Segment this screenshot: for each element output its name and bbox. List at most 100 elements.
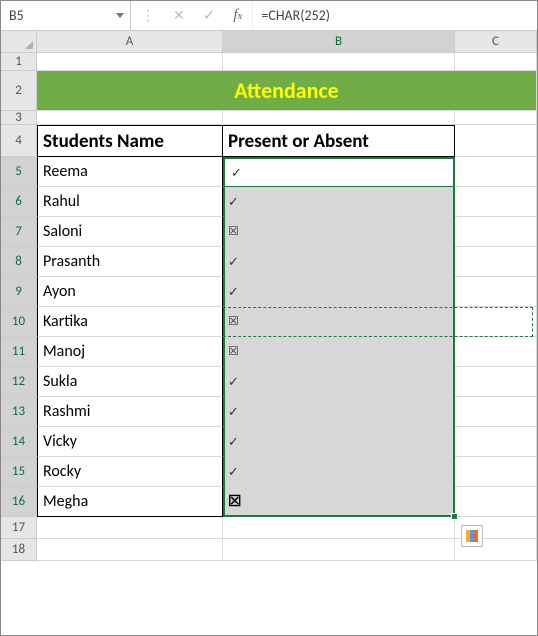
row-header[interactable]: 1 xyxy=(1,53,37,71)
cell-C[interactable] xyxy=(455,397,537,427)
cell-C[interactable] xyxy=(455,427,537,457)
fx-icon[interactable]: fx xyxy=(233,7,242,24)
check-icon: ✓ xyxy=(228,464,239,480)
status-cell[interactable]: ✓ xyxy=(223,187,455,217)
status-cell[interactable]: ✓ xyxy=(223,157,455,187)
cell-A17[interactable] xyxy=(37,517,223,539)
col-header-B[interactable]: B xyxy=(223,31,455,52)
col-header-A[interactable]: A xyxy=(37,31,223,52)
cell-B17[interactable] xyxy=(223,517,455,539)
header-status[interactable]: Present or Absent xyxy=(223,125,455,157)
cell-C[interactable] xyxy=(455,157,537,187)
row-header[interactable]: 6 xyxy=(1,187,37,217)
student-name-cell[interactable]: Ayon xyxy=(37,277,223,307)
cell-C[interactable] xyxy=(455,277,537,307)
cell-C[interactable] xyxy=(455,457,537,487)
crossbox-icon: ☒ xyxy=(228,492,241,511)
cell-C[interactable] xyxy=(455,337,537,367)
quick-analysis-button[interactable] xyxy=(461,525,483,547)
status-cell[interactable]: ✓ xyxy=(223,277,455,307)
header-name[interactable]: Students Name xyxy=(37,125,223,157)
status-cell[interactable]: ✓ xyxy=(223,367,455,397)
check-icon: ✓ xyxy=(228,164,239,180)
table-row: 13Rashmi✓ xyxy=(1,397,537,427)
student-name-cell[interactable]: Sukla xyxy=(37,367,223,397)
crossbox-icon: ☒ xyxy=(228,314,239,329)
row-header[interactable]: 13 xyxy=(1,397,37,427)
row-header[interactable]: 7 xyxy=(1,217,37,247)
select-all-corner[interactable] xyxy=(1,31,37,52)
cell-C[interactable] xyxy=(455,487,537,517)
row-header[interactable]: 11 xyxy=(1,337,37,367)
student-name-cell[interactable]: Vicky xyxy=(37,427,223,457)
cell-C[interactable] xyxy=(455,217,537,247)
student-name-cell[interactable]: Rahul xyxy=(37,187,223,217)
cell-C[interactable] xyxy=(455,187,537,217)
row-header[interactable]: 3 xyxy=(1,111,37,125)
row-header[interactable]: 18 xyxy=(1,539,37,561)
more-icon: ⋮ xyxy=(141,7,155,24)
student-name-cell[interactable]: Manoj xyxy=(37,337,223,367)
status-cell[interactable]: ☒ xyxy=(223,487,455,517)
cell-A1[interactable] xyxy=(37,53,223,71)
cell-C1[interactable] xyxy=(455,53,537,71)
name-box[interactable]: B5 xyxy=(1,1,131,30)
cell-A18[interactable] xyxy=(37,539,223,561)
student-name-cell[interactable]: Megha xyxy=(37,487,223,517)
row-header[interactable]: 15 xyxy=(1,457,37,487)
cell-B18[interactable] xyxy=(223,539,455,561)
cell-C[interactable] xyxy=(455,307,537,337)
attendance-banner[interactable]: Attendance xyxy=(37,71,537,111)
table-row: 12Sukla✓ xyxy=(1,367,537,397)
student-name-cell[interactable]: Reema xyxy=(37,157,223,187)
student-name-cell[interactable]: Rocky xyxy=(37,457,223,487)
cell-A3[interactable] xyxy=(37,111,223,125)
status-cell[interactable]: ☒ xyxy=(223,217,455,247)
column-headers: A B C xyxy=(1,31,537,53)
row-header[interactable]: 17 xyxy=(1,517,37,539)
student-name-cell[interactable]: Prasanth xyxy=(37,247,223,277)
cell-C3[interactable] xyxy=(455,111,537,125)
col-header-C[interactable]: C xyxy=(455,31,537,52)
name-box-value: B5 xyxy=(1,7,24,24)
row-17: 17 xyxy=(1,517,537,539)
cell-B3[interactable] xyxy=(223,111,455,125)
cell-B1[interactable] xyxy=(223,53,455,71)
student-name-cell[interactable]: Rashmi xyxy=(37,397,223,427)
cell-C4[interactable] xyxy=(455,125,537,157)
student-name-cell[interactable]: Kartika xyxy=(37,307,223,337)
student-name-cell[interactable]: Saloni xyxy=(37,217,223,247)
status-cell[interactable]: ✓ xyxy=(223,247,455,277)
cell-C[interactable] xyxy=(455,247,537,277)
cell-C[interactable] xyxy=(455,367,537,397)
status-cell[interactable]: ☒ xyxy=(223,307,455,337)
row-header[interactable]: 9 xyxy=(1,277,37,307)
enter-icon[interactable]: ✓ xyxy=(203,6,216,25)
spreadsheet: A B C 1 2 Attendance 3 4 Students Name P… xyxy=(1,31,537,561)
formula-bar[interactable]: =CHAR(252) xyxy=(253,1,537,30)
row-2: 2 Attendance xyxy=(1,71,537,111)
cancel-icon[interactable]: ✕ xyxy=(173,7,185,24)
row-3: 3 xyxy=(1,111,537,125)
row-header[interactable]: 4 xyxy=(1,125,37,157)
chevron-down-icon[interactable] xyxy=(116,13,124,18)
row-header[interactable]: 2 xyxy=(1,71,37,111)
table-row: 5Reema ✓ xyxy=(1,157,537,187)
check-icon: ✓ xyxy=(228,434,239,450)
row-header[interactable]: 14 xyxy=(1,427,37,457)
table-row: 7Saloni☒ xyxy=(1,217,537,247)
fill-handle[interactable] xyxy=(451,513,458,520)
check-icon: ✓ xyxy=(228,254,239,270)
row-header[interactable]: 10 xyxy=(1,307,37,337)
table-row: 9Ayon✓ xyxy=(1,277,537,307)
status-cell[interactable]: ✓ xyxy=(223,457,455,487)
status-cell[interactable]: ✓ xyxy=(223,427,455,457)
row-header[interactable]: 8 xyxy=(1,247,37,277)
row-header[interactable]: 5 xyxy=(1,157,37,187)
row-header[interactable]: 12 xyxy=(1,367,37,397)
table-row: 15Rocky ✓ xyxy=(1,457,537,487)
row-4: 4 Students Name Present or Absent xyxy=(1,125,537,157)
row-header[interactable]: 16 xyxy=(1,487,37,517)
status-cell[interactable]: ☒ xyxy=(223,337,455,367)
status-cell[interactable]: ✓ xyxy=(223,397,455,427)
